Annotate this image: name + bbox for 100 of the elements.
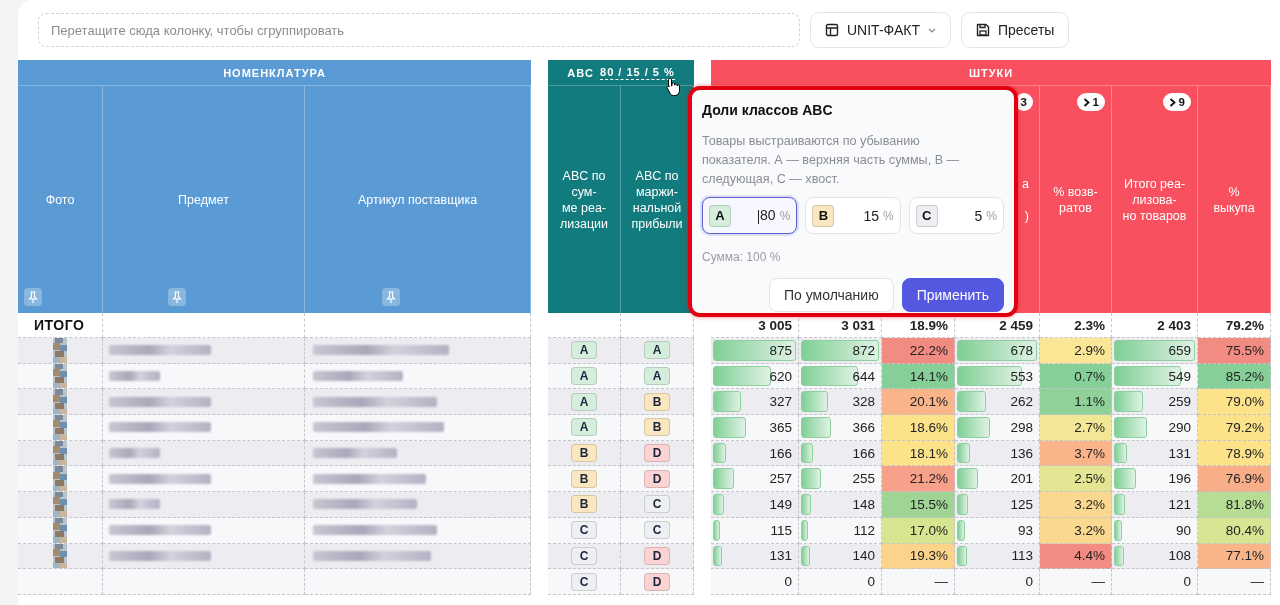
table-cell: 0 <box>1112 569 1198 595</box>
abc-class-tag: B <box>571 444 597 463</box>
cell-value: 90 <box>1175 522 1191 538</box>
cell-value: 327 <box>769 394 792 410</box>
table-cell: 19.3% <box>882 543 955 570</box>
cell-value: 93 <box>1017 522 1033 538</box>
cell-value: 678 <box>1010 342 1033 358</box>
cell-value: 259 <box>1168 394 1191 410</box>
filter-badge[interactable]: 1 <box>1076 93 1105 111</box>
abc-class-tag: A <box>571 392 597 411</box>
column-group-header: ШТУКИ <box>711 60 1271 86</box>
abc-class-tag: A <box>571 367 597 386</box>
table-cell: — <box>882 569 955 595</box>
table-cell: 0 <box>955 569 1040 595</box>
blurred-text <box>109 448 160 459</box>
blurred-text <box>109 499 160 510</box>
table-cell: 18.1% <box>882 440 955 467</box>
abc-class-tag: D <box>644 546 670 565</box>
table-cell: 2.9% <box>1040 338 1112 364</box>
table-cell: 76.9% <box>1198 466 1271 493</box>
blurred-text <box>109 371 160 382</box>
popup-description: Товары выстраиваются по убыванию показателя. А — верхняя часть суммы, В — следующая, С — хвост. <box>702 133 961 188</box>
total-value: 2.3% <box>1040 313 1112 338</box>
abc-class-tag: B <box>571 469 597 488</box>
cell-value: 553 <box>1010 368 1033 384</box>
cell-value: 121 <box>1168 496 1191 512</box>
abc-class-tag: C <box>571 572 597 591</box>
table-cell: 21.2% <box>882 466 955 493</box>
abc-class-tag: D <box>644 444 670 463</box>
table-cell: 0.7% <box>1040 363 1112 390</box>
total-value: 79.2% <box>1198 313 1271 338</box>
cell-value: 131 <box>1168 445 1191 461</box>
view-dropdown[interactable]: UNIT-ФАКТ <box>810 12 951 48</box>
cell-value: 366 <box>852 419 875 435</box>
share-input[interactable]: A 80 % <box>702 197 798 234</box>
table-cell: 22.2% <box>882 338 955 364</box>
chevron-right-icon <box>1168 97 1176 107</box>
cell-value: 108 <box>1168 548 1191 564</box>
cell-value: 262 <box>1010 394 1033 410</box>
abc-class-tag: C <box>571 546 597 565</box>
cell-value: 113 <box>1011 548 1033 564</box>
cell-value: 115 <box>770 522 792 538</box>
table-cell: 81.8% <box>1198 492 1271 518</box>
table-cell: 0 <box>799 569 882 595</box>
cell-value: 659 <box>1168 342 1191 358</box>
cell-value: 290 <box>1168 419 1191 435</box>
table-cell: 85.2% <box>1198 363 1271 390</box>
sum-text: Сумма: 100 % <box>702 250 782 264</box>
table-cell: 20.1% <box>882 389 955 416</box>
table-cell: 2.7% <box>1040 415 1112 441</box>
share-input[interactable]: C 5 % <box>908 197 1004 234</box>
cell-value: 166 <box>769 445 792 461</box>
abc-class-tag: A <box>644 367 670 386</box>
abc-class-tag: D <box>644 469 670 488</box>
column-header[interactable]: ABC по сум- ме реа- лизации <box>548 86 621 313</box>
cell-value: 255 <box>852 471 875 487</box>
table-cell: 0 <box>711 569 799 595</box>
abc-class-tag: B <box>644 392 670 411</box>
cell-value: 872 <box>852 342 875 358</box>
table-cell: 78.9% <box>1198 440 1271 467</box>
share-input[interactable]: B 15 % <box>805 197 901 234</box>
table-cell: 80.4% <box>1198 517 1271 544</box>
presets-button[interactable]: Пресеты <box>960 12 1070 48</box>
apply-button[interactable]: Применить <box>901 278 1004 312</box>
abc-class-tag: C <box>571 521 597 540</box>
table-cell: 79.2% <box>1198 415 1271 441</box>
total-value: 2 403 <box>1112 313 1198 338</box>
pin-icon[interactable] <box>24 288 42 306</box>
abc-class-tag: A <box>571 418 597 437</box>
abc-class-tag: B <box>571 495 597 514</box>
default-button[interactable]: По умолчанию <box>768 278 894 312</box>
column-header[interactable]: Итого реа- лизова- но товаров 9 <box>1112 86 1198 313</box>
column-header[interactable]: ABC по маржи- нальной прибыли <box>621 86 694 313</box>
caret-icon <box>927 27 936 33</box>
table-cell: 3.7% <box>1040 440 1112 467</box>
column-header[interactable]: % возв- ратов 1 <box>1040 86 1112 313</box>
table-cell: 18.6% <box>882 415 955 441</box>
pin-icon[interactable] <box>381 288 400 306</box>
cell-value: 166 <box>852 445 875 461</box>
pin-icon[interactable] <box>167 288 186 306</box>
group-title: ABC <box>567 66 595 79</box>
cell-value: 298 <box>1010 419 1033 435</box>
cell-value: 875 <box>769 342 792 358</box>
filter-badge[interactable]: 9 <box>1162 93 1191 111</box>
abc-class-tag: B <box>644 418 670 437</box>
cell-value: 136 <box>1010 445 1033 461</box>
abc-class-tag: D <box>644 572 670 591</box>
cell-value: 125 <box>1010 496 1033 512</box>
abc-class-tag: C <box>644 495 670 514</box>
column-group-header: НОМЕНКЛАТУРА <box>18 60 531 86</box>
cell-value: 365 <box>769 419 792 435</box>
table-cell: 17.0% <box>882 517 955 544</box>
table-icon <box>825 23 839 37</box>
cell-value: 644 <box>852 368 875 384</box>
table-cell: 1.1% <box>1040 389 1112 416</box>
save-icon <box>975 23 990 37</box>
table-cell: 79.0% <box>1198 389 1271 416</box>
group-drop-zone[interactable]: Перетащите сюда колонку, чтобы сгруппировать <box>38 13 800 47</box>
table-cell: 2.5% <box>1040 466 1112 493</box>
cell-value: 149 <box>769 496 792 512</box>
